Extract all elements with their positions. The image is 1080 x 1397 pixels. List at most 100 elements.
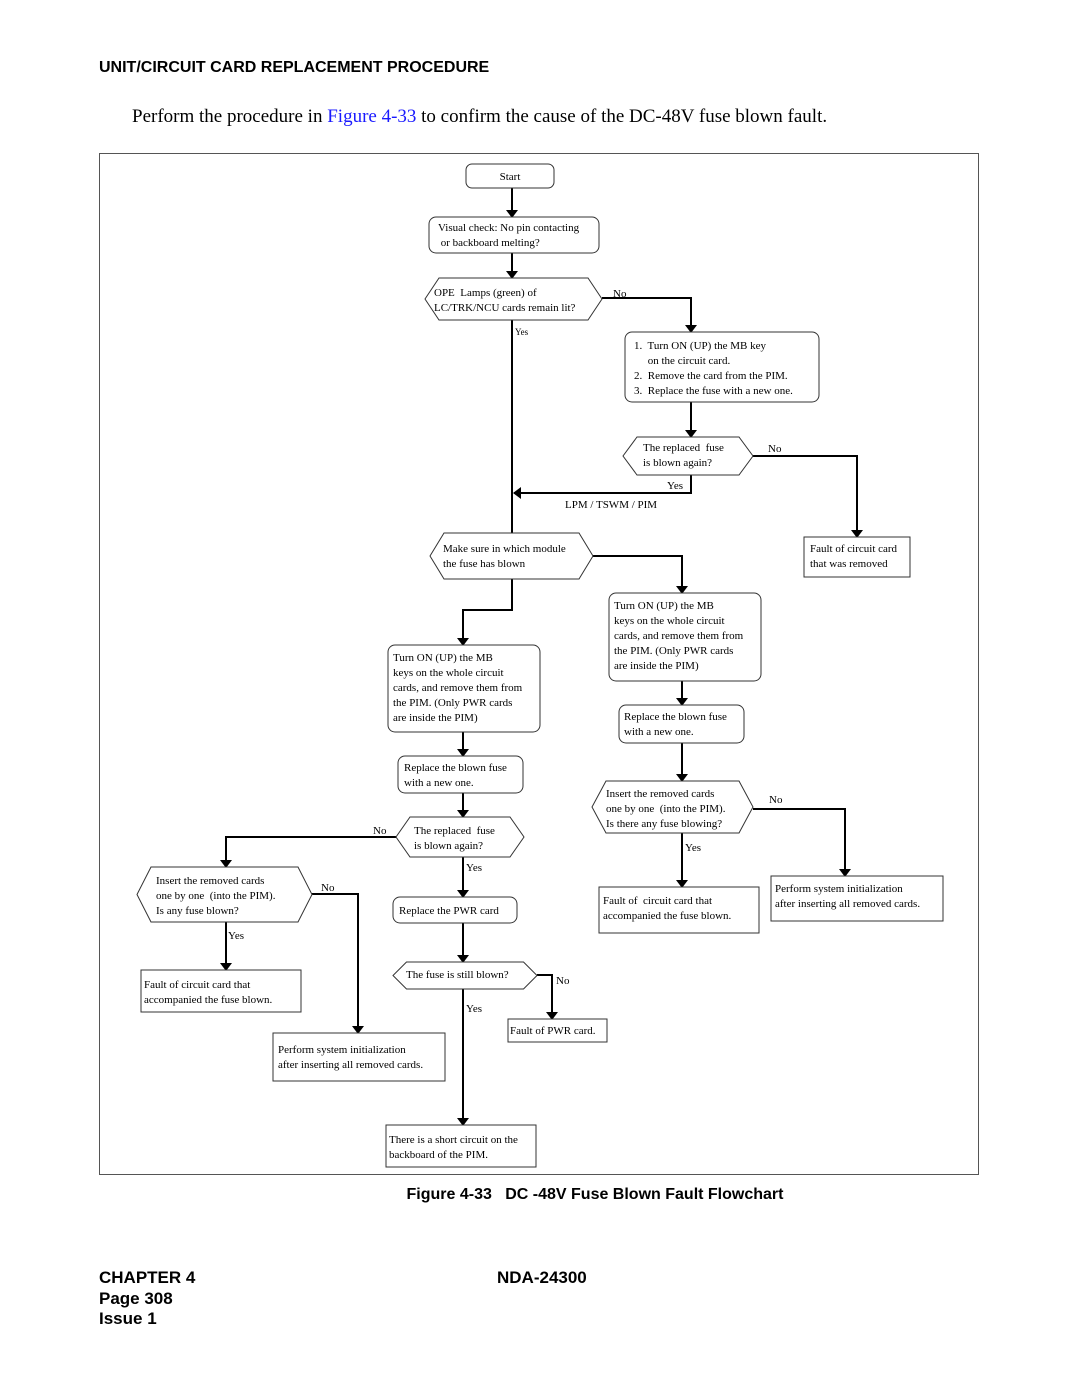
node-text-line: Insert the removed cards [156, 875, 264, 887]
flowchart-connectors [220, 188, 863, 1126]
node-text-line: that was removed [810, 558, 888, 570]
node-text-line: on the circuit card. [634, 355, 730, 367]
node-ope-lamps: OPE Lamps (green) of LC/TRK/NCU cards rem… [424, 277, 603, 321]
node-text-line: Visual check: No pin contacting [438, 222, 580, 234]
node-insert-right: Insert the removed cards one by one (into… [591, 780, 754, 834]
node-which-module: Make sure in which module the fuse has bl… [429, 532, 594, 580]
node-init-left: Perform system initialization after inser… [272, 1032, 446, 1082]
node-text-line: 3. Replace the fuse with a new one. [634, 385, 793, 397]
label-no-insert-left: No [321, 882, 335, 894]
node-text-line: accompanied the fuse blown. [603, 910, 732, 922]
node-text-line: backboard of the PIM. [389, 1149, 488, 1161]
label-no-ope: No [613, 288, 627, 300]
label-yes-insert-left: Yes [228, 930, 244, 942]
connector-replaced2-no-to-insert-left [220, 836, 396, 868]
node-visual-check: Visual check: No pin contacting or backb… [428, 216, 600, 254]
footer-doc-id: NDA-24300 [497, 1268, 587, 1287]
node-text-line: one by one (into the PIM). [156, 890, 276, 902]
node-text-line: Fault of circuit card that [144, 979, 250, 991]
connector-module-right-to-turn-on-right [593, 555, 688, 594]
connector-replaced1-yes-to-main [513, 475, 692, 499]
footer-page: Page 308 [99, 1289, 173, 1308]
node-text-line: Perform system initialization [775, 883, 903, 895]
node-text-line: 1. Turn ON (UP) the MB key [634, 340, 767, 352]
node-replaced-blown-1: The replaced fuse is blown again? [622, 436, 754, 476]
node-start: Start [465, 163, 555, 189]
node-replaced-blown-2: The replaced fuse is blown again? [395, 816, 525, 858]
connector-insert-right-no-to-init [753, 808, 851, 877]
node-turn-on-right: Turn ON (UP) the MB keys on the whole cir… [608, 592, 762, 682]
node-fault-pwr: Fault of PWR card. [507, 1018, 608, 1043]
node-text-line: LC/TRK/NCU cards remain lit? [434, 302, 576, 314]
node-text-line: keys on the whole circuit [614, 615, 725, 627]
connector-insert-left-no-to-init-left [312, 893, 364, 1034]
flowchart-nodes: Start Visual check: No pin contacting or … [136, 163, 944, 1168]
node-insert-left: Insert the removed cards one by one (into… [136, 866, 313, 923]
node-text-line: Turn ON (UP) the MB [614, 600, 714, 612]
node-still-blown: The fuse is still blown? [392, 961, 538, 990]
node-text-line: after inserting all removed cards. [278, 1059, 423, 1071]
label-yes-replaced1: Yes [667, 480, 683, 492]
node-text-line: There is a short circuit on the [389, 1134, 518, 1146]
node-text-line: Replace the blown fuse [404, 762, 507, 774]
node-fault-accomp-left: Fault of circuit card that accompanied th… [140, 969, 302, 1013]
node-text-line: the PIM. (Only PWR cards [614, 645, 733, 657]
node-replace-fuse-right: Replace the blown fuse with a new one. [618, 704, 745, 744]
node-text-line: cards, and remove them from [393, 682, 523, 694]
node-replace-pwr: Replace the PWR card [392, 896, 518, 924]
label-yes-ope: Yes [515, 327, 529, 337]
node-text-line: The fuse is still blown? [406, 969, 509, 981]
connector-replaced1-no-to-fault-removed [753, 455, 863, 538]
node-text-line: OPE Lamps (green) of [434, 287, 537, 299]
node-text-line: Replace the PWR card [399, 905, 499, 917]
node-text-line: accompanied the fuse blown. [144, 994, 273, 1006]
node-fault-accomp-right: Fault of circuit card that accompanied th… [598, 886, 760, 934]
node-text-line: Perform system initialization [278, 1044, 406, 1056]
footer-chapter: CHAPTER 4 [99, 1268, 196, 1287]
label-no-replaced2: No [373, 825, 387, 837]
node-text-line: Insert the removed cards [606, 788, 714, 800]
connector-ope-no-to-steps [602, 297, 697, 333]
node-text-line: is blown again? [643, 457, 712, 469]
node-text-line: with a new one. [624, 726, 694, 738]
label-branch-note: LPM / TSWM / PIM [565, 499, 657, 511]
node-text-line: Turn ON (UP) the MB [393, 652, 493, 664]
node-text-line: are inside the PIM) [393, 712, 478, 724]
caption-title: DC -48V Fuse Blown Fault Flowchart [505, 1186, 784, 1203]
node-text-line: keys on the whole circuit [393, 667, 504, 679]
node-text-line: with a new one. [404, 777, 474, 789]
footer-issue: Issue 1 [99, 1309, 157, 1328]
node-text-line: the fuse has blown [443, 558, 526, 570]
node-text-line: or backboard melting? [438, 237, 540, 249]
node-text-line: cards, and remove them from [614, 630, 744, 642]
decision-shape [429, 532, 594, 580]
label-yes-replaced2: Yes [466, 862, 482, 874]
node-short-circuit: There is a short circuit on the backboard… [385, 1124, 537, 1168]
node-text-line: Fault of PWR card. [510, 1025, 596, 1037]
figure-caption: Figure 4-33 DC -48V Fuse Blown Fault Flo… [0, 1186, 1080, 1204]
label-yes-still-blown: Yes [466, 1003, 482, 1015]
node-text-line: Make sure in which module [443, 543, 566, 555]
node-text-line: the PIM. (Only PWR cards [393, 697, 512, 709]
node-steps-123: 1. Turn ON (UP) the MB key on the circui… [624, 331, 820, 403]
node-text-line: The replaced fuse [414, 825, 495, 837]
node-text-line: Is there any fuse blowing? [606, 818, 722, 830]
label-no-insert-right: No [769, 794, 783, 806]
node-text-line: after inserting all removed cards. [775, 898, 920, 910]
node-text-line: Is any fuse blown? [156, 905, 239, 917]
node-text-line: 2. Remove the card from the PIM. [634, 370, 788, 382]
label-yes-insert-right: Yes [685, 842, 701, 854]
node-text-line: The replaced fuse [643, 442, 724, 454]
connector-module-down-to-turn-on-left [457, 579, 513, 646]
caption-figure-number: Figure 4-33 [406, 1186, 492, 1203]
node-text-line: Fault of circuit card [810, 543, 898, 555]
node-text-line: Fault of circuit card that [603, 895, 712, 907]
result-shape [272, 1032, 446, 1082]
connector-still-blown-no-to-fault-pwr [537, 974, 558, 1020]
node-text-line: Replace the blown fuse [624, 711, 727, 723]
node-fault-removed: Fault of circuit card that was removed [803, 536, 911, 578]
node-text-line: Start [500, 171, 521, 183]
node-init-right: Perform system initialization after inser… [770, 875, 944, 922]
node-text-line: one by one (into the PIM). [606, 803, 726, 815]
node-turn-on-left: Turn ON (UP) the MB keys on the whole cir… [387, 644, 541, 733]
